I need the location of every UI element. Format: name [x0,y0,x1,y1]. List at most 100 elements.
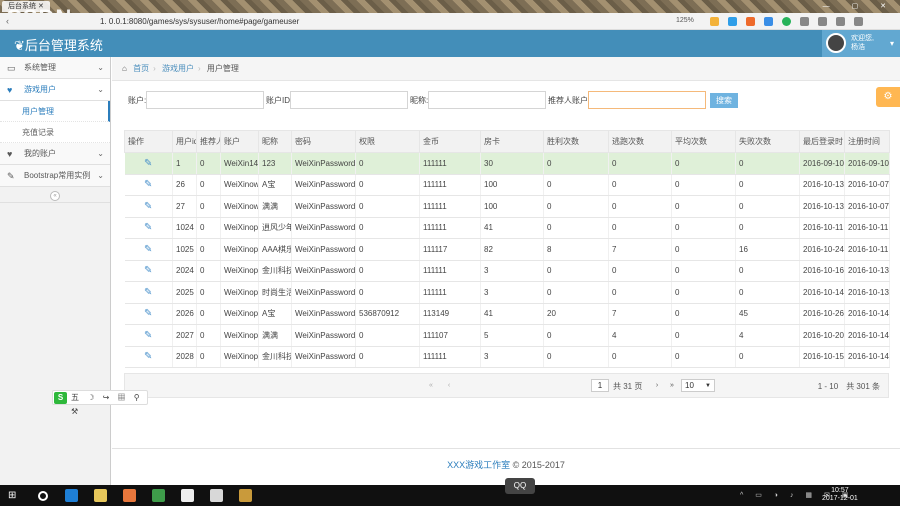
column-header[interactable]: 最后登录时 [799,130,845,153]
column-header[interactable]: 逃跑次数 [608,130,672,153]
sidebar-subitem-user-management[interactable]: 用户管理 [0,101,110,122]
menu-icon[interactable] [800,17,809,26]
table-row[interactable]: ✎20260WeiXinopaA宝WeiXinPassword536870912… [124,303,890,325]
column-header[interactable]: 金币 [419,130,481,153]
url-field[interactable]: 1. 0.0.1:8080/games/sys/sysuser/home#pag… [100,16,640,27]
column-header[interactable]: 用户id [172,130,197,153]
app-taskbar-icon[interactable] [239,489,252,502]
table-cell: 0 [735,346,800,368]
app-taskbar-icon[interactable] [123,489,136,502]
home-icon[interactable]: ⌂ [122,64,127,73]
app-taskbar-icon[interactable] [152,489,165,502]
extension-icon[interactable] [764,17,773,26]
table-cell: 111107 [419,324,481,347]
sidebar-subitem-recharge[interactable]: 充值记录 [0,122,110,143]
table-cell: 0 [355,195,420,218]
edit-pencil-icon[interactable]: ✎ [124,346,173,368]
sidebar-collapse[interactable]: « [0,187,110,203]
breadcrumb-home[interactable]: 首页 [133,64,149,73]
breadcrumb-game-users[interactable]: 游戏用户 [162,64,194,73]
account-input[interactable] [146,91,264,109]
prev-page-icon[interactable]: ‹ [443,380,455,392]
table-cell: 2025 [172,281,197,304]
edit-pencil-icon[interactable]: ✎ [124,324,173,347]
referrer-input[interactable] [588,91,706,109]
table-cell: 0 [196,324,221,347]
download-icon[interactable] [818,17,827,26]
back-icon[interactable]: ‹ [6,16,16,26]
extension-icon[interactable] [710,17,719,26]
table-cell: 0 [608,195,672,218]
edit-pencil-icon[interactable]: ✎ [124,217,173,239]
table-row[interactable]: ✎20240WeiXinopa金川科技WeiXinPassword0111111… [124,260,890,282]
nickname-input[interactable] [428,91,546,109]
column-header[interactable]: 账户 [220,130,259,153]
plus-icon[interactable] [854,17,863,26]
account-id-input[interactable] [290,91,408,109]
table-cell: 3 [480,281,544,304]
table-row[interactable]: ✎260WeiXinow1A宝WeiXinPassword01111111000… [124,174,890,196]
edit-pencil-icon[interactable]: ✎ [124,174,173,196]
window-controls[interactable]: — ▢ ✕ [823,0,896,13]
explorer-taskbar-icon[interactable] [94,489,107,502]
edit-pencil-icon[interactable]: ✎ [124,303,173,325]
last-page-icon[interactable]: » [666,380,678,392]
footer: XXX游戏工作室 © 2015-2017 [112,448,900,480]
table-row[interactable]: ✎20270WeiXinopa满满WeiXinPassword011110750… [124,324,890,347]
table-row[interactable]: ✎10WeiXin147123WeiXinPassword01111113000… [124,152,890,175]
edit-pencil-icon[interactable]: ✎ [124,195,173,218]
extension-icon[interactable] [782,17,791,26]
edit-pencil-icon[interactable]: ✎ [124,238,173,261]
table-cell: 1 [172,152,197,175]
sidebar-item-my-account[interactable]: ♥ 我的账户 ⌄ [0,143,110,165]
sidebar-item-system[interactable]: ▭ 系统管理 ⌄ [0,57,110,79]
column-header[interactable]: 昵称 [258,130,292,153]
table-cell: 113149 [419,303,481,325]
edit-pencil-icon[interactable]: ✎ [124,260,173,282]
user-menu[interactable]: 欢迎您, 杨浩 ▾ [822,30,900,57]
table-cell: WeiXinPassword [291,195,356,218]
column-header[interactable]: 权限 [355,130,420,153]
column-header[interactable]: 失败次数 [735,130,800,153]
undo-icon[interactable] [836,17,845,26]
column-header[interactable]: 平均次数 [671,130,736,153]
cortana-icon[interactable] [38,491,48,501]
table-cell: 111111 [419,195,481,218]
next-page-icon[interactable]: › [651,380,663,392]
clock-date: 2017-12-01 [822,495,858,502]
table-cell: WeiXin147 [220,152,259,175]
page-size-value: 10 [685,381,694,390]
table-row[interactable]: ✎20280WeiXinopa金川科技WeiXinPassword0111111… [124,346,890,368]
app-taskbar-icon[interactable] [181,489,194,502]
table-row[interactable]: ✎20250WeiXinopa时尚生活WeiXinPassword0111111… [124,281,890,304]
column-header[interactable]: 密码 [291,130,356,153]
sidebar-item-game-users[interactable]: ♥ 游戏用户 ⌄ [0,79,110,101]
page-input[interactable]: 1 [591,379,609,392]
edit-pencil-icon[interactable]: ✎ [124,152,173,175]
page-size-select[interactable]: 10 ▼ [681,379,715,392]
zoom-level[interactable]: 125% [676,17,694,24]
column-header[interactable]: 推荐人 [196,130,221,153]
search-button[interactable]: 搜索 [710,93,738,108]
table-row[interactable]: ✎270WeiXinow1满满WeiXinPassword01111111000… [124,195,890,218]
extension-icon[interactable] [728,17,737,26]
settings-gear-icon[interactable]: ⚙ [876,87,900,107]
clock[interactable]: 10:57 2017-12-01 [822,487,858,503]
brand-title[interactable]: ❦后台管理系统 [14,35,103,54]
edit-pencil-icon[interactable]: ✎ [124,281,173,304]
column-header[interactable]: 胜利次数 [543,130,609,153]
browser-taskbar-icon[interactable] [65,489,78,502]
table-row[interactable]: ✎10250WeiXinopaAAA棋乐WeiXinPassword011111… [124,238,890,261]
column-header[interactable]: 操作 [124,130,173,153]
table-cell: 2016-10-07 [844,195,890,218]
table-row[interactable]: ✎10240WeiXinopa逍风少年WeiXinPassword0111111… [124,217,890,239]
chevron-down-icon: ⌄ [97,149,104,158]
sidebar-item-bootstrap[interactable]: ✎ Bootstrap常用实例 ⌄ [0,165,110,187]
column-header[interactable]: 注册时间 [844,130,890,153]
ime-toolbar[interactable]: S 五 ☽ ↪ ▦ ⚲ ⚒ [52,390,148,416]
column-header[interactable]: 房卡 [480,130,544,153]
windows-start-icon[interactable]: ⊞ [8,490,19,501]
extension-icon[interactable] [746,17,755,26]
first-page-icon[interactable]: « [425,380,437,392]
app-taskbar-icon[interactable] [210,489,223,502]
